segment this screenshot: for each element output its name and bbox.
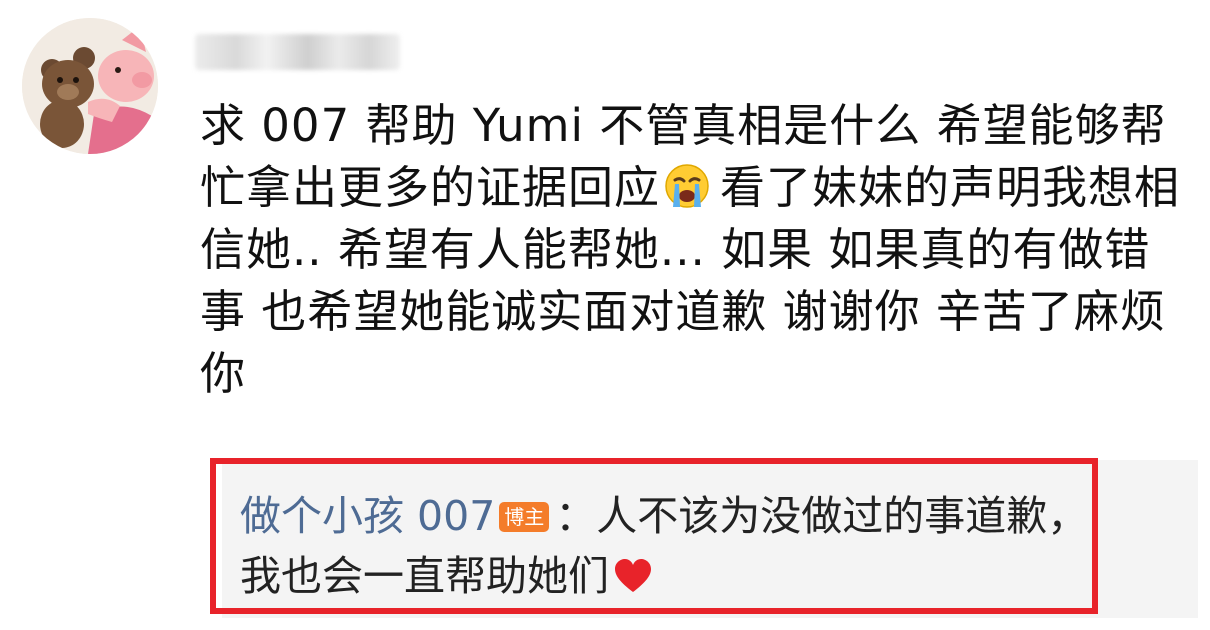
weibo-comment-screenshot: 求 007 帮助 Yumi 不管真相是什么 希望能够帮忙拿出更多的证据回应 看了妹…	[0, 0, 1210, 630]
piglet-avatar-icon	[22, 18, 158, 154]
username-blurred[interactable]	[195, 34, 400, 70]
avatar[interactable]	[22, 18, 158, 154]
loudly-crying-face-icon	[664, 163, 710, 209]
comment-body: 求 007 帮助 Yumi 不管真相是什么 希望能够帮忙拿出更多的证据回应 看了妹…	[200, 95, 1190, 405]
highlight-box	[210, 458, 1098, 614]
